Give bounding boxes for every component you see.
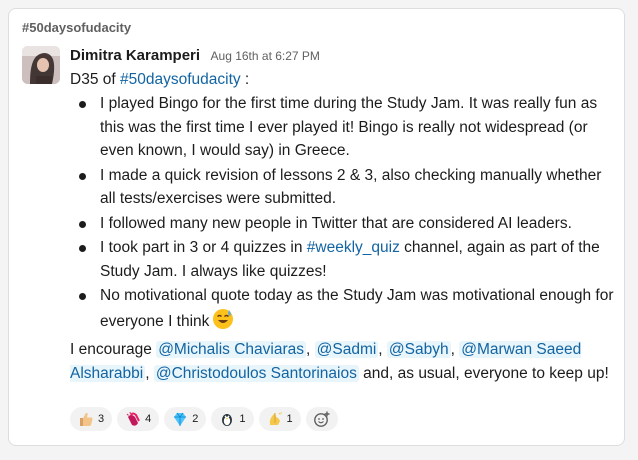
list-item-text: I followed many new people in Twitter th… <box>100 214 572 232</box>
add-emoji-icon <box>313 410 331 428</box>
bullet-dot <box>79 100 86 108</box>
user-mention[interactable]: @Christodoulos Santorinaios <box>153 365 359 383</box>
reaction-count: 1 <box>239 413 246 425</box>
list-item: I took part in 3 or 4 quizzes in #weekly… <box>70 236 615 284</box>
channel-name[interactable]: #50daysofudacity <box>22 20 131 35</box>
hashtag-link[interactable]: #50daysofudacity <box>120 71 241 88</box>
bullet-dot <box>79 293 86 301</box>
reaction-pray-hands[interactable]: 1 <box>258 407 301 431</box>
reaction-gem[interactable]: 2 <box>164 407 207 431</box>
mention-separator: , <box>378 341 387 359</box>
reactions-bar: 3 4 2 1 1 <box>70 407 338 431</box>
gem-icon <box>172 411 188 427</box>
list-item-text: I made a quick revision of lessons 2 & 3… <box>100 166 602 208</box>
mention-separator: , <box>306 341 315 359</box>
reaction-count: 3 <box>98 413 105 425</box>
reaction-thumbs-up[interactable]: 3 <box>70 407 113 431</box>
clapping-hands-icon <box>125 411 141 427</box>
message-body: D35 of #50daysofudacity : I played Bingo… <box>70 68 615 386</box>
closing-prefix: I encourage <box>70 341 157 359</box>
closing-paragraph: I encourage @Michalis Chaviaras, @Sadmi,… <box>70 338 615 386</box>
list-item-text: I took part in 3 or 4 quizzes in <box>100 239 307 257</box>
avatar[interactable] <box>22 46 60 84</box>
user-mention[interactable]: @Michalis Chaviaras <box>156 341 306 359</box>
message-timestamp[interactable]: Aug 16th at 6:27 PM <box>211 49 320 63</box>
bullet-dot <box>79 172 86 180</box>
closing-suffix: and, as usual, everyone to keep up! <box>358 365 609 383</box>
list-item: I followed many new people in Twitter th… <box>70 212 615 236</box>
list-item: I made a quick revision of lessons 2 & 3… <box>70 164 615 212</box>
penguin-icon <box>219 411 235 427</box>
user-mention[interactable]: @Sabyh <box>386 341 451 359</box>
intro-suffix: : <box>240 71 250 88</box>
reaction-count: 2 <box>192 413 199 425</box>
user-mention[interactable]: @Sadmi <box>314 341 379 359</box>
reaction-count: 4 <box>145 413 152 425</box>
reaction-count: 1 <box>286 413 293 425</box>
message-header: Dimitra Karamperi Aug 16th at 6:27 PM <box>70 47 320 65</box>
list-item-text: No motivational quote today as the Study… <box>100 287 614 330</box>
add-reaction-button[interactable] <box>305 407 338 431</box>
list-item: No motivational quote today as the Study… <box>70 284 615 338</box>
reaction-penguin[interactable]: 1 <box>211 407 254 431</box>
thumbs-up-icon <box>78 411 94 427</box>
reaction-clapping-hands[interactable]: 4 <box>117 407 160 431</box>
channel-link[interactable]: #weekly_quiz <box>307 239 400 256</box>
bullet-list: I played Bingo for the first time during… <box>70 92 615 338</box>
intro-line: D35 of #50daysofudacity : <box>70 68 615 92</box>
bullet-dot <box>79 220 86 228</box>
list-item: I played Bingo for the first time during… <box>70 92 615 163</box>
author-name[interactable]: Dimitra Karamperi <box>70 47 200 64</box>
bullet-dot <box>79 245 86 253</box>
list-item-text: I played Bingo for the first time during… <box>100 94 598 160</box>
mention-separator: , <box>145 365 154 383</box>
intro-prefix: D35 of <box>70 71 120 88</box>
sweat-smile-icon <box>212 308 234 338</box>
pray-hands-icon <box>267 411 283 427</box>
mention-separator: , <box>450 341 460 359</box>
